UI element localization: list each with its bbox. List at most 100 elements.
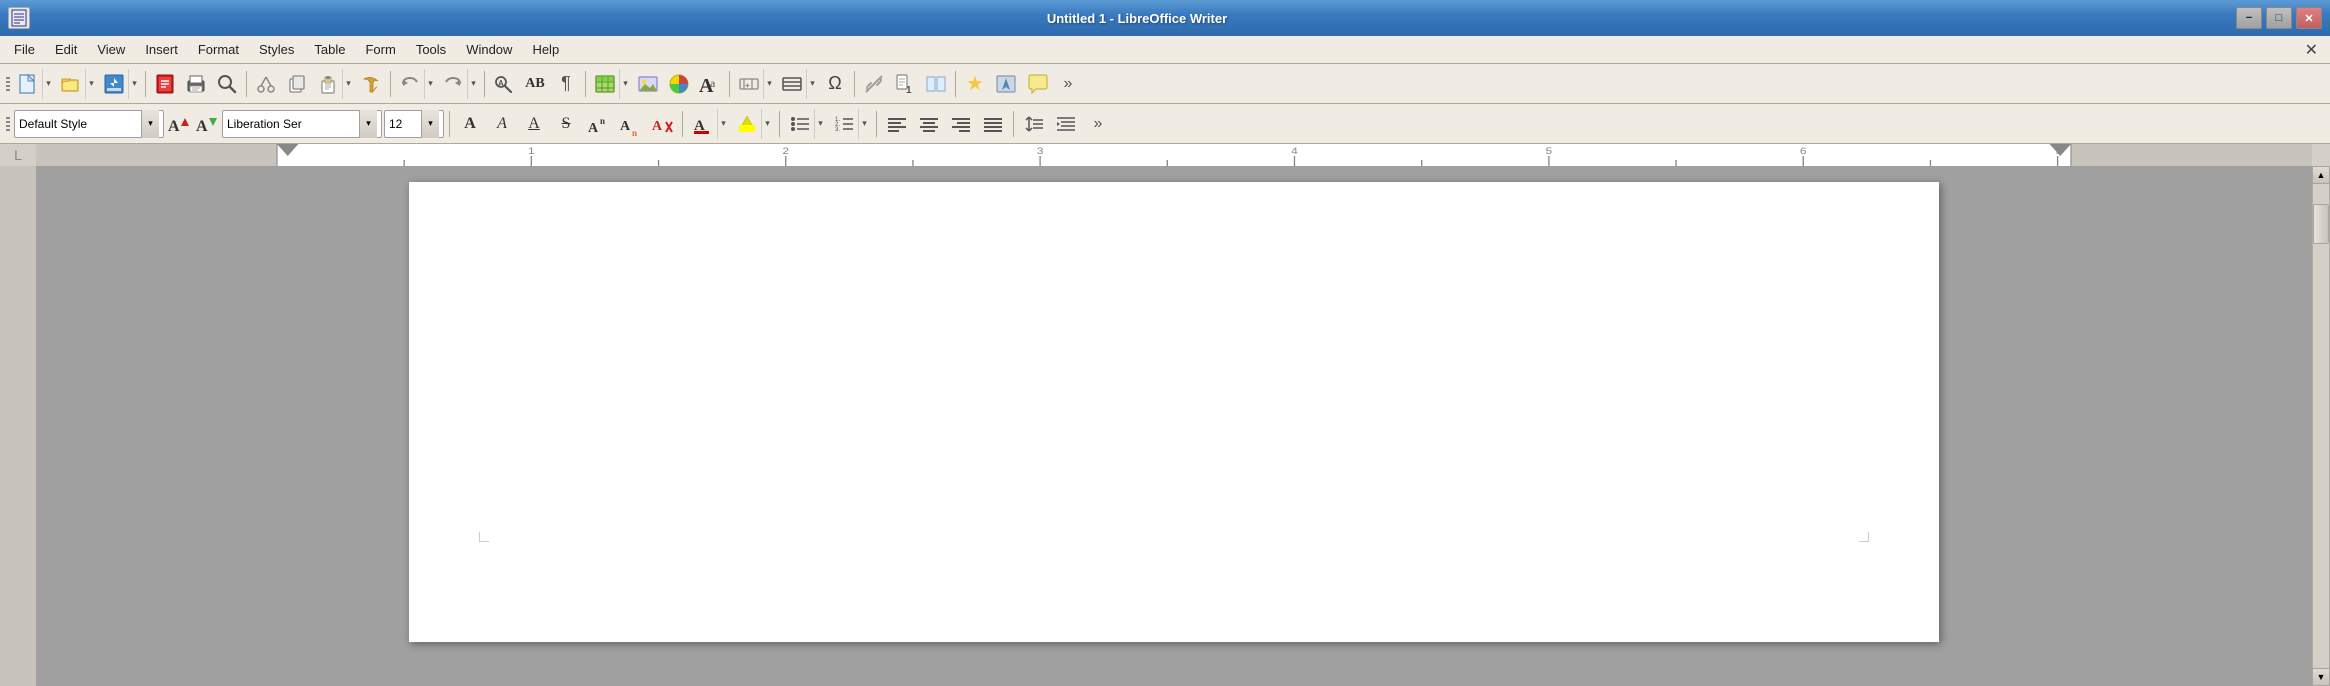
menu-styles[interactable]: Styles	[249, 39, 304, 60]
ordered-list-button-group[interactable]: 1. 2. 3. ▾	[829, 108, 871, 140]
highlight-color-button-group[interactable]: ▾	[732, 108, 774, 140]
menu-insert[interactable]: Insert	[135, 39, 188, 60]
print-preview-zoom-button[interactable]	[212, 69, 242, 99]
scrollbar-up-button[interactable]: ▲	[2312, 166, 2330, 184]
menu-format[interactable]: Format	[188, 39, 249, 60]
line-spacing-button[interactable]	[1019, 109, 1049, 139]
scrollbar-thumb[interactable]	[2313, 204, 2329, 244]
navigator-button[interactable]	[991, 69, 1021, 99]
insert-table-dropdown[interactable]: ▾	[619, 69, 631, 99]
unordered-list-button[interactable]	[786, 109, 814, 139]
font-color-arrow[interactable]: ▾	[717, 109, 729, 139]
insert-chart-button[interactable]	[664, 69, 694, 99]
undo-button-group[interactable]: ▾	[395, 68, 437, 100]
menu-edit[interactable]: Edit	[45, 39, 87, 60]
formatting-marks-button[interactable]: ¶	[551, 69, 581, 99]
menu-help[interactable]: Help	[522, 39, 569, 60]
find-toolbar-button[interactable]: AB	[520, 69, 550, 99]
insert-hyperlink-button[interactable]	[859, 69, 889, 99]
insert-omega-button[interactable]: Ω	[820, 69, 850, 99]
scrollbar-down-button[interactable]: ▼	[2312, 668, 2330, 686]
print-button[interactable]	[181, 69, 211, 99]
menu-tools[interactable]: Tools	[406, 39, 456, 60]
menu-close-button[interactable]: ✕	[2297, 40, 2326, 60]
align-center-button[interactable]	[914, 109, 944, 139]
insert-table-button[interactable]	[591, 69, 619, 99]
align-left-button[interactable]	[882, 109, 912, 139]
insert-field-button[interactable]: +	[735, 69, 763, 99]
paragraph-style-dropdown[interactable]: Default Style ▾	[14, 110, 164, 138]
new-dropdown-arrow[interactable]: ▾	[42, 69, 54, 99]
ordered-list-arrow[interactable]: ▾	[858, 109, 870, 139]
insert-field-dropdown[interactable]: ▾	[763, 69, 775, 99]
font-name-arrow[interactable]: ▾	[359, 110, 377, 138]
save-button[interactable]	[100, 69, 128, 99]
list-dropdown[interactable]: ▾	[806, 69, 818, 99]
insert-page-number-button[interactable]: 1	[890, 69, 920, 99]
redo-button[interactable]	[439, 69, 467, 99]
paste-button-group[interactable]: ▾	[313, 68, 355, 100]
save-button-group[interactable]: ▾	[99, 68, 141, 100]
paste-button[interactable]	[314, 69, 342, 99]
more-toolbar-button[interactable]: »	[1053, 69, 1083, 99]
underline-button[interactable]: A	[519, 109, 549, 139]
decrease-font-size-button[interactable]: A	[194, 109, 220, 139]
highlight-arrow[interactable]: ▾	[761, 109, 773, 139]
insert-image-button[interactable]	[633, 69, 663, 99]
strikethrough-button[interactable]: S	[551, 109, 581, 139]
clone-formatting-button[interactable]	[356, 69, 386, 99]
minimize-button[interactable]: −	[2236, 7, 2262, 29]
paragraph-style-arrow[interactable]: ▾	[141, 110, 159, 138]
align-right-button[interactable]	[946, 109, 976, 139]
menu-file[interactable]: File	[4, 39, 45, 60]
insert-callout-button[interactable]	[1022, 69, 1052, 99]
font-size-dropdown[interactable]: 12 ▾	[384, 110, 444, 138]
undo-button[interactable]	[396, 69, 424, 99]
redo-dropdown-arrow[interactable]: ▾	[467, 69, 479, 99]
redo-button-group[interactable]: ▾	[438, 68, 480, 100]
menu-table[interactable]: Table	[304, 39, 355, 60]
close-button[interactable]: ✕	[2296, 7, 2322, 29]
subscript-button[interactable]: A n	[615, 109, 645, 139]
maximize-button[interactable]: □	[2266, 7, 2292, 29]
vertical-scrollbar[interactable]: ▲ ▼	[2312, 166, 2330, 686]
cut-button[interactable]	[251, 69, 281, 99]
increase-font-size-button[interactable]: A	[166, 109, 192, 139]
justify-button[interactable]	[978, 109, 1008, 139]
copy-button[interactable]	[282, 69, 312, 99]
menu-form[interactable]: Form	[355, 39, 405, 60]
save-dropdown-arrow[interactable]: ▾	[128, 69, 140, 99]
paste-dropdown-arrow[interactable]: ▾	[342, 69, 354, 99]
open-button[interactable]	[57, 69, 85, 99]
open-dropdown-arrow[interactable]: ▾	[85, 69, 97, 99]
list-style-button[interactable]	[778, 69, 806, 99]
font-size-arrow[interactable]: ▾	[421, 110, 439, 138]
insert-special-char-button[interactable]: A a	[695, 69, 725, 99]
more-format-button[interactable]: »	[1083, 109, 1113, 139]
clear-formatting-button[interactable]: A	[647, 109, 677, 139]
menu-window[interactable]: Window	[456, 39, 522, 60]
menu-view[interactable]: View	[87, 39, 135, 60]
new-button[interactable]	[14, 69, 42, 99]
insert-column-break-button[interactable]	[921, 69, 951, 99]
bookmark-button[interactable]: ★	[960, 69, 990, 99]
undo-dropdown-arrow[interactable]: ▾	[424, 69, 436, 99]
insert-table-button-group[interactable]: ▾	[590, 68, 632, 100]
open-button-group[interactable]: ▾	[56, 68, 98, 100]
increase-indent-button[interactable]	[1051, 109, 1081, 139]
insert-field-button-group[interactable]: + ▾	[734, 68, 776, 100]
italic-button[interactable]: A	[487, 109, 517, 139]
unordered-list-arrow[interactable]: ▾	[814, 109, 826, 139]
font-color-button[interactable]: A	[689, 109, 717, 139]
unordered-list-button-group[interactable]: ▾	[785, 108, 827, 140]
highlight-color-button[interactable]	[733, 109, 761, 139]
ordered-list-button[interactable]: 1. 2. 3.	[830, 109, 858, 139]
find-replace-button[interactable]: A	[489, 69, 519, 99]
font-name-dropdown[interactable]: Liberation Ser ▾	[222, 110, 382, 138]
font-color-button-group[interactable]: A ▾	[688, 108, 730, 140]
bold-button[interactable]: A	[455, 109, 485, 139]
print-preview-button[interactable]	[150, 69, 180, 99]
scrollbar-track[interactable]	[2312, 184, 2330, 668]
superscript-button[interactable]: A n	[583, 109, 613, 139]
new-button-group[interactable]: ▾	[13, 68, 55, 100]
